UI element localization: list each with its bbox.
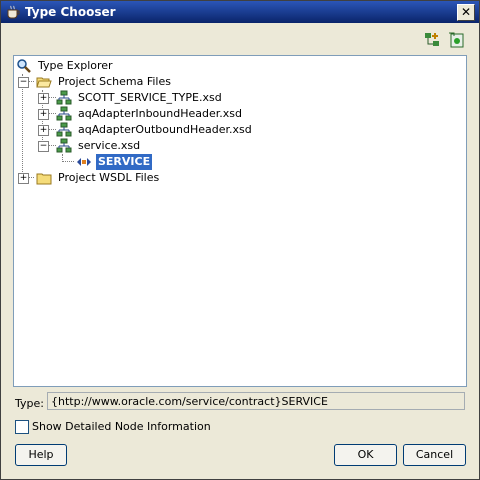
close-icon: ✕ — [460, 5, 472, 19]
coffee-cup-icon — [7, 5, 20, 19]
expand-icon[interactable]: + — [38, 93, 49, 104]
collapse-icon[interactable]: − — [38, 141, 49, 152]
expand-icon[interactable]: + — [38, 125, 49, 136]
ok-button[interactable]: OK — [334, 444, 397, 466]
show-detailed-node-checkbox[interactable] — [15, 420, 29, 434]
schema-add-icon[interactable] — [423, 31, 441, 49]
schema-icon — [56, 138, 72, 153]
tree-node-label: aqAdapterOutboundHeader.xsd — [78, 123, 252, 136]
tree-node-label: Project WSDL Files — [58, 171, 160, 184]
tree-node-label: aqAdapterInboundHeader.xsd — [78, 107, 242, 120]
help-button-label: Help — [28, 448, 54, 461]
checkbox-label[interactable]: Show Detailed Node Information — [32, 420, 211, 433]
schema-icon — [56, 90, 72, 105]
tree-node-label: SCOTT_SERVICE_TYPE.xsd — [78, 91, 222, 104]
tree-node-label: Project Schema Files — [58, 75, 171, 88]
type-tree[interactable]: Type Explorer − Project Schema Files + S… — [13, 55, 467, 387]
folder-icon — [36, 173, 52, 185]
collapse-icon[interactable]: − — [18, 77, 29, 88]
tree-node-label: Type Explorer — [38, 59, 113, 72]
cancel-button[interactable]: Cancel — [403, 444, 466, 466]
element-icon — [77, 158, 91, 166]
cancel-button-label: Cancel — [415, 448, 454, 461]
type-field[interactable]: {http://www.oracle.com/service/contract}… — [47, 392, 465, 410]
tree-node-label: SERVICE — [96, 154, 153, 170]
window-title: Type Chooser — [25, 5, 116, 19]
close-button[interactable]: ✕ — [457, 4, 475, 21]
schema-import-icon[interactable] — [447, 31, 465, 49]
ok-button-label: OK — [357, 448, 374, 461]
tree-connector — [22, 74, 23, 178]
tree-connector — [62, 161, 74, 162]
tree-node-label: service.xsd — [78, 139, 141, 152]
expand-icon[interactable]: + — [38, 109, 49, 120]
title-bar[interactable]: Type Chooser ✕ — [1, 1, 479, 23]
type-chooser-dialog: Type Chooser ✕ Type Explorer − Project S… — [0, 0, 480, 480]
schema-icon — [56, 122, 72, 137]
help-button[interactable]: Help — [15, 444, 67, 466]
type-label: Type: — [15, 397, 44, 410]
expand-icon[interactable]: + — [18, 173, 29, 184]
magnifier-icon — [17, 59, 31, 73]
schema-icon — [56, 106, 72, 121]
open-folder-icon — [36, 77, 52, 88]
